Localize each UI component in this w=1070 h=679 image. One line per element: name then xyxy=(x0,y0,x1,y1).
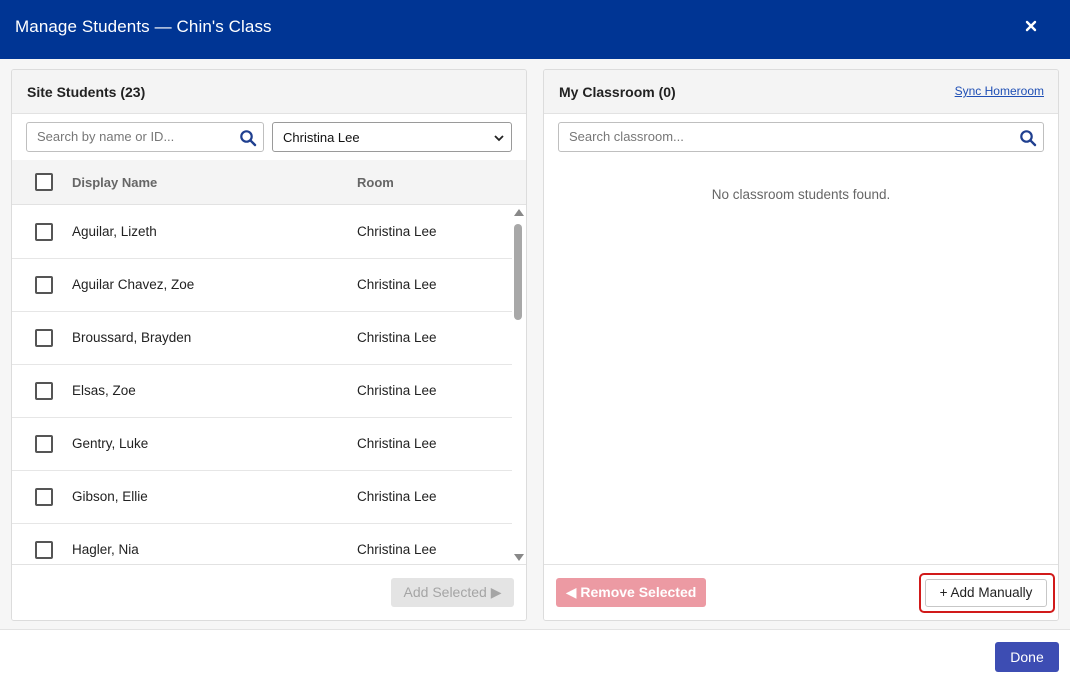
search-icon[interactable] xyxy=(239,129,257,147)
student-room: Christina Lee xyxy=(357,330,437,345)
my-classroom-header: My Classroom (0) Sync Homeroom xyxy=(544,70,1058,114)
students-table-header: Display Name Room xyxy=(12,160,526,205)
column-display-name[interactable]: Display Name xyxy=(72,175,157,190)
empty-classroom-message: No classroom students found. xyxy=(711,187,891,202)
scroll-down-arrow-icon[interactable] xyxy=(514,554,524,561)
chevron-down-icon xyxy=(494,135,504,142)
room-filter-select[interactable]: Christina Lee xyxy=(272,122,512,152)
my-classroom-footer: ◀ Remove Selected + Add Manually xyxy=(544,564,1058,620)
student-name: Aguilar Chavez, Zoe xyxy=(72,277,195,292)
add-manually-button[interactable]: + Add Manually xyxy=(925,579,1047,607)
room-filter-value: Christina Lee xyxy=(283,130,360,145)
search-icon[interactable] xyxy=(1019,129,1037,147)
table-row[interactable]: Gentry, Luke Christina Lee xyxy=(12,418,512,471)
student-search-input[interactable] xyxy=(37,129,232,144)
close-icon[interactable] xyxy=(1022,17,1040,35)
done-button[interactable]: Done xyxy=(995,642,1059,672)
scroll-up-arrow-icon[interactable] xyxy=(514,209,524,216)
student-room: Christina Lee xyxy=(357,383,437,398)
table-row[interactable]: Broussard, Brayden Christina Lee xyxy=(12,312,512,365)
student-search-field[interactable] xyxy=(26,122,264,152)
table-row[interactable]: Aguilar, Lizeth Christina Lee xyxy=(12,206,512,259)
site-students-footer: Add Selected ▶ xyxy=(12,564,526,620)
table-row[interactable]: Aguilar Chavez, Zoe Christina Lee xyxy=(12,259,512,312)
dialog-body: Site Students (23) Christina Lee Display… xyxy=(0,59,1070,630)
table-row[interactable]: Elsas, Zoe Christina Lee xyxy=(12,365,512,418)
row-checkbox[interactable] xyxy=(35,488,53,506)
row-checkbox[interactable] xyxy=(35,382,53,400)
select-all-checkbox[interactable] xyxy=(35,173,53,191)
row-checkbox[interactable] xyxy=(35,223,53,241)
remove-selected-button[interactable]: ◀ Remove Selected xyxy=(556,578,706,607)
students-list: Aguilar, Lizeth Christina Lee Aguilar Ch… xyxy=(12,206,512,564)
row-checkbox[interactable] xyxy=(35,329,53,347)
table-row[interactable]: Gibson, Ellie Christina Lee xyxy=(12,471,512,524)
my-classroom-title: My Classroom (0) xyxy=(559,84,676,100)
student-name: Hagler, Nia xyxy=(72,542,139,557)
student-room: Christina Lee xyxy=(357,542,437,557)
site-students-title: Site Students (23) xyxy=(27,84,146,100)
student-name: Aguilar, Lizeth xyxy=(72,224,157,239)
student-name: Broussard, Brayden xyxy=(72,330,192,345)
add-selected-button[interactable]: Add Selected ▶ xyxy=(391,578,514,607)
students-scrollbar[interactable] xyxy=(512,206,526,564)
row-checkbox[interactable] xyxy=(35,276,53,294)
scroll-thumb[interactable] xyxy=(514,224,522,320)
my-classroom-panel: My Classroom (0) Sync Homeroom No classr… xyxy=(543,69,1059,621)
sync-homeroom-link[interactable]: Sync Homeroom xyxy=(955,84,1044,98)
student-room: Christina Lee xyxy=(357,277,437,292)
student-room: Christina Lee xyxy=(357,224,437,239)
student-room: Christina Lee xyxy=(357,436,437,451)
student-name: Gibson, Ellie xyxy=(72,489,148,504)
student-name: Gentry, Luke xyxy=(72,436,149,451)
row-checkbox[interactable] xyxy=(35,435,53,453)
dialog-header: Manage Students — Chin's Class xyxy=(0,0,1070,59)
table-row[interactable]: Hagler, Nia Christina Lee xyxy=(12,524,512,564)
classroom-search-field[interactable] xyxy=(558,122,1044,152)
site-students-panel: Site Students (23) Christina Lee Display… xyxy=(11,69,527,621)
student-name: Elsas, Zoe xyxy=(72,383,136,398)
classroom-search-input[interactable] xyxy=(569,129,1009,144)
dialog-title: Manage Students — Chin's Class xyxy=(15,17,272,36)
column-room[interactable]: Room xyxy=(357,175,394,190)
student-room: Christina Lee xyxy=(357,489,437,504)
row-checkbox[interactable] xyxy=(35,541,53,559)
site-students-header: Site Students (23) xyxy=(12,70,526,114)
